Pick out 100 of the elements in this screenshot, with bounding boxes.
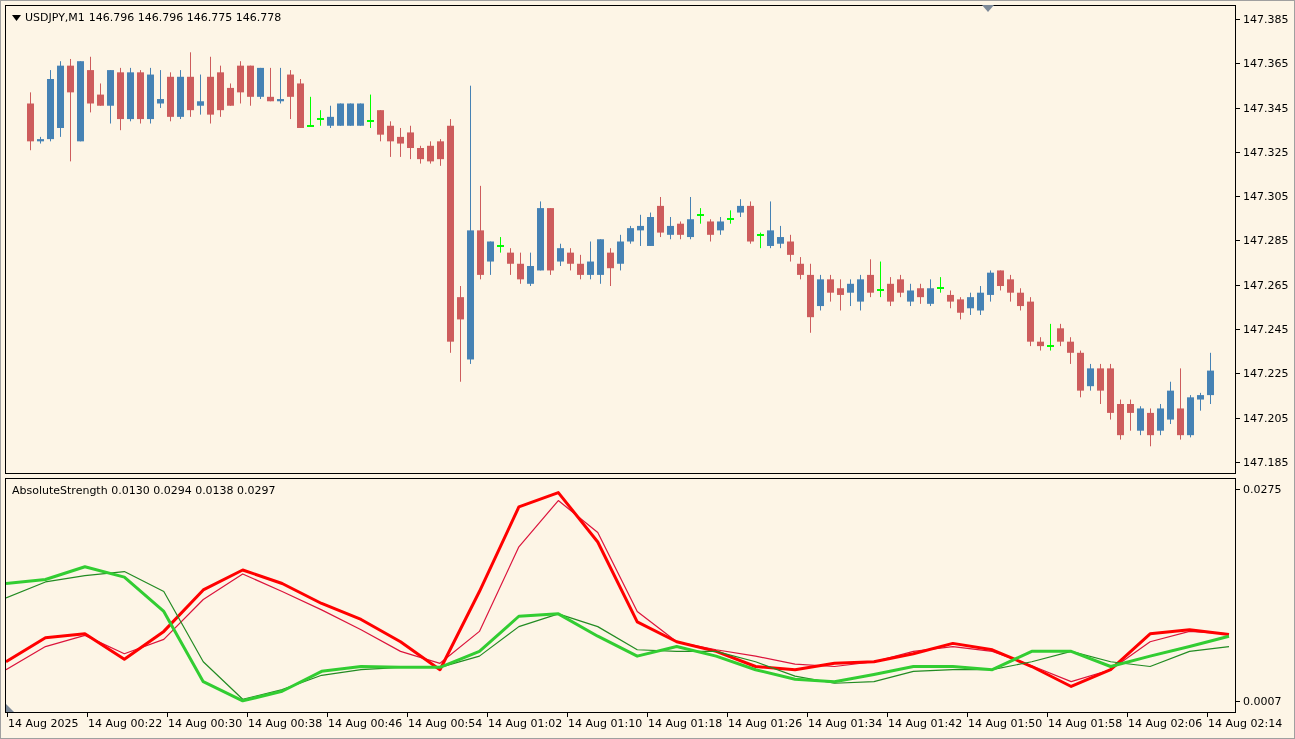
candle [507,247,514,276]
time-label: 14 Aug 02:14 [1208,716,1283,732]
candle [797,256,804,280]
time-label: 14 Aug 01:50 [968,716,1043,732]
candle [767,200,774,249]
candle [1207,352,1214,405]
candle [877,261,884,298]
candle [617,234,624,271]
time-label: 14 Aug 00:30 [168,716,243,732]
candle [717,216,724,236]
candle [167,71,174,122]
candle [777,225,784,249]
time-label: 14 Aug 01:18 [648,716,723,732]
axis-label: 147.185 [1243,456,1289,470]
candle [737,198,744,218]
candle [667,216,674,240]
candle [1017,287,1024,311]
candle [757,232,764,249]
time-label: 14 Aug 01:58 [1048,716,1123,732]
candle [287,69,294,120]
candle [227,82,234,107]
time-label: 14 Aug 2025 [8,716,79,732]
candle [947,289,954,309]
candle [1067,336,1074,365]
candle [277,67,284,104]
candle [1137,405,1144,436]
candle [927,278,934,307]
candle [367,94,374,129]
candle [747,200,754,245]
time-label: 14 Aug 01:02 [488,716,563,732]
axis-label: 147.365 [1243,57,1289,71]
axis-label: 0.0007 [1243,695,1282,709]
candle [197,74,204,116]
candle [1127,399,1134,432]
candle [247,65,254,107]
candle [187,51,194,118]
candle [677,220,684,240]
candle [427,140,434,165]
candle [207,56,214,125]
candle [727,209,734,225]
candle [1147,407,1154,447]
candle [837,278,844,311]
candle [1057,323,1064,347]
axis-label: 147.245 [1243,323,1289,337]
time-label: 14 Aug 01:42 [888,716,963,732]
candle [1087,363,1094,392]
candle [387,120,394,158]
candle [487,241,494,276]
candle [957,296,964,320]
candle [267,67,274,102]
indicator-label: AbsoluteStrength 0.0130 0.0294 0.0138 0.0297 [12,483,276,499]
shift-marker-icon[interactable] [982,5,994,12]
candle [557,243,564,267]
time-label: 14 Aug 01:10 [568,716,643,732]
time-label: 14 Aug 01:34 [808,716,883,732]
time-label: 14 Aug 00:46 [328,716,403,732]
candle [867,258,874,298]
candle [147,67,154,125]
candle [307,96,314,127]
candle [917,283,924,305]
candle [907,283,914,307]
candle [937,276,944,294]
time-label: 14 Aug 00:22 [88,716,163,732]
candle [1187,394,1194,438]
candle [1047,323,1054,352]
candle [37,136,44,145]
corner-marker-icon [6,704,14,712]
candle [1157,403,1164,436]
candle [347,103,354,127]
candle [827,274,834,303]
time-label: 14 Aug 00:54 [408,716,483,732]
candle [707,218,714,242]
candle [297,78,304,129]
candle [217,65,224,118]
candle [237,60,244,104]
dropdown-icon[interactable] [12,15,21,22]
axis-label: 0.0275 [1243,483,1282,497]
candle [357,103,364,127]
axis-label: 147.325 [1243,145,1289,159]
candle [317,109,324,127]
candle [417,145,424,165]
candle [1197,392,1204,412]
axis-label: 147.385 [1243,12,1289,26]
axis-label: 147.345 [1243,101,1289,115]
candle [977,285,984,316]
candle [857,274,864,311]
time-label: 14 Aug 02:06 [1128,716,1203,732]
candle [107,69,114,125]
candle [627,225,634,245]
candle [537,200,544,271]
time-label: 14 Aug 01:26 [728,716,803,732]
candle [517,252,524,285]
candle [377,109,384,142]
candle [87,56,94,113]
candle [337,103,344,127]
candle [687,196,694,240]
candle [807,263,814,334]
candle [27,91,34,151]
candle [897,274,904,298]
candle [177,69,184,120]
